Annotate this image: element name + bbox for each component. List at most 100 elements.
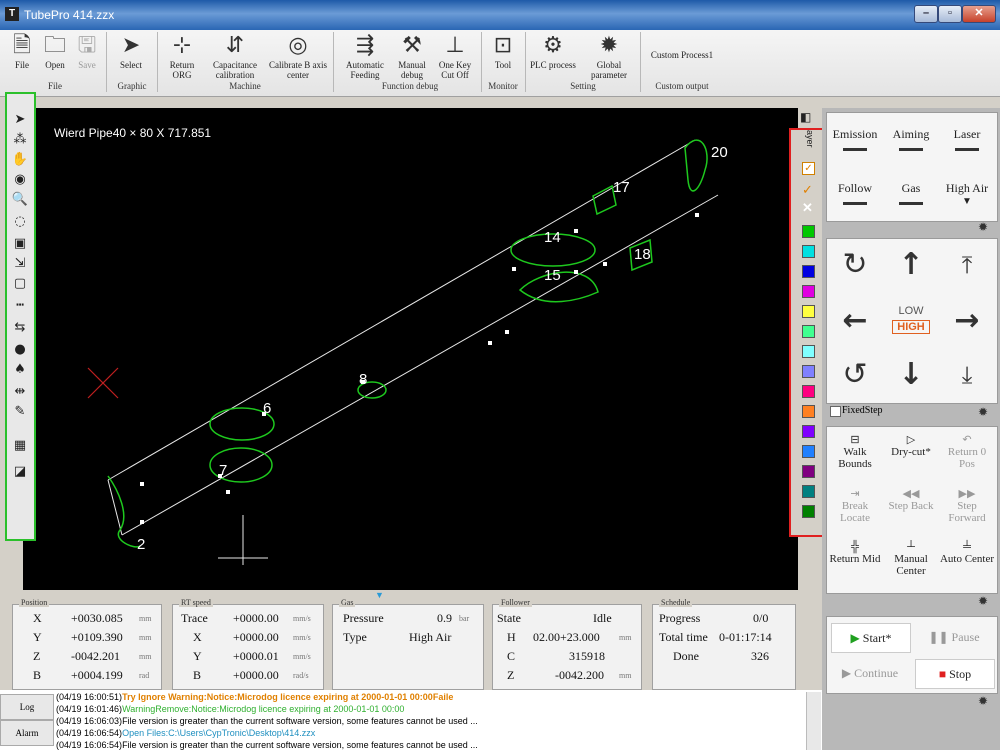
layer-swatch[interactable] bbox=[802, 285, 815, 298]
dry-cut-button[interactable]: ▷ Dry-cut* bbox=[883, 433, 939, 458]
fixed-step-checkbox[interactable] bbox=[830, 406, 841, 417]
layer-swatch[interactable] bbox=[802, 445, 815, 458]
settings-gear-icon[interactable]: ✹ bbox=[976, 220, 990, 234]
dashed-line-icon[interactable]: ┅ bbox=[10, 296, 30, 316]
layer-swatch[interactable] bbox=[802, 405, 815, 418]
automatic-feeding-button[interactable]: ⇶ Automatic Feeding bbox=[340, 32, 390, 80]
layer-stack-icon[interactable]: ◧ bbox=[800, 110, 814, 124]
gas-button[interactable]: Gas bbox=[883, 181, 939, 205]
layer-swatch[interactable] bbox=[802, 365, 815, 378]
settings-gear-icon[interactable]: ✹ bbox=[976, 694, 990, 708]
rectangle-tool-icon[interactable]: ▣ bbox=[10, 234, 30, 254]
down-arrow-icon[interactable]: ↓ bbox=[883, 349, 939, 401]
return-mid-button[interactable]: ╬ Return Mid bbox=[827, 541, 883, 565]
frame-tool-icon[interactable]: ▢ bbox=[10, 274, 30, 294]
layer-swatch[interactable] bbox=[802, 465, 815, 478]
file-button[interactable]: 🗎 File bbox=[4, 32, 40, 70]
uncheck-all-icon[interactable]: ✕ bbox=[802, 200, 813, 216]
left-arrow-icon[interactable]: ← bbox=[827, 295, 883, 347]
layer-swatch[interactable] bbox=[802, 225, 815, 238]
z-down-icon[interactable]: ⤓ bbox=[939, 349, 995, 401]
part-label: 18 bbox=[634, 246, 651, 263]
stop-button[interactable]: ■ Stop bbox=[915, 659, 995, 689]
layer-swatch[interactable] bbox=[802, 345, 815, 358]
select-button[interactable]: ➤ Select bbox=[110, 32, 152, 70]
return-org-button[interactable]: ⊹ Return ORG bbox=[160, 32, 204, 80]
follow-button[interactable]: Follow bbox=[827, 181, 883, 205]
lead-in-icon[interactable]: ● bbox=[10, 340, 30, 360]
node-tool-icon[interactable]: ⁂ bbox=[10, 130, 30, 150]
return-zero-pos-button[interactable]: ↶ Return 0 Pos bbox=[939, 433, 995, 470]
auto-center-button[interactable]: ╧ Auto Center bbox=[939, 541, 995, 565]
alarm-tab[interactable]: Alarm bbox=[0, 720, 54, 746]
layer-stack-icon[interactable]: ◪ bbox=[10, 462, 30, 482]
step-forward-button[interactable]: ▶▶ Step Forward bbox=[939, 487, 995, 524]
close-button[interactable]: ✕ bbox=[962, 5, 996, 23]
compensation-icon[interactable]: ♠ bbox=[10, 360, 30, 380]
settings-gear-icon[interactable]: ✹ bbox=[976, 405, 990, 419]
speed-toggle[interactable]: LOW HIGH bbox=[883, 305, 939, 334]
continue-button[interactable]: ▶ Continue bbox=[831, 659, 909, 687]
view-eye-icon[interactable]: ◉ bbox=[10, 170, 30, 190]
follower-panel: Follower State Idle H 02.00+23.000 mm C … bbox=[492, 598, 642, 690]
layer-swatch[interactable] bbox=[802, 265, 815, 278]
z-up-icon[interactable]: ⤒ bbox=[939, 239, 995, 291]
plc-process-button[interactable]: ⚙ PLC process bbox=[528, 32, 578, 70]
tool-button[interactable]: ⊡ Tool bbox=[485, 32, 521, 70]
manual-debug-button[interactable]: ⚒ Manual debug bbox=[392, 32, 432, 80]
eraser-icon[interactable]: ✎ bbox=[10, 402, 30, 422]
break-locate-button[interactable]: ⇥ Break Locate bbox=[827, 487, 883, 524]
drawing-canvas[interactable]: 20 17 14 15 18 8 6 7 2 bbox=[23, 108, 798, 590]
global-parameter-button[interactable]: ✹ Global parameter bbox=[582, 32, 636, 80]
maximize-button[interactable]: ▫ bbox=[938, 5, 962, 23]
layer-checkbox[interactable]: ✓ bbox=[802, 162, 815, 175]
cutoff-icon: ⊥ bbox=[445, 33, 465, 58]
custom-process1-button[interactable]: Custom Process1 bbox=[644, 50, 720, 60]
calibrate-b-axis-button[interactable]: ◎ Calibrate B axis center bbox=[268, 32, 328, 80]
align-icon[interactable]: ⇹ bbox=[10, 382, 30, 402]
log-line: (04/19 16:01:46)WarningRemove:Notice:Mic… bbox=[56, 704, 405, 714]
select-tool-icon[interactable]: ➤ bbox=[10, 110, 30, 130]
rotate-ccw-icon[interactable]: ↺ bbox=[827, 349, 883, 401]
layer-swatch[interactable] bbox=[802, 245, 815, 258]
minimize-button[interactable]: – bbox=[914, 5, 938, 23]
pan-hand-icon[interactable]: ✋ bbox=[10, 150, 30, 170]
layer-swatch[interactable] bbox=[802, 385, 815, 398]
capacitance-calibration-button[interactable]: ⇵ Capacitance calibration bbox=[204, 32, 266, 80]
laser-button[interactable]: Laser bbox=[939, 127, 995, 151]
scale-tool-icon[interactable]: ⇲ bbox=[10, 254, 30, 274]
pause-button[interactable]: ❚❚ Pause bbox=[915, 623, 993, 651]
up-arrow-icon[interactable]: ↑ bbox=[883, 239, 939, 291]
log-tab[interactable]: Log bbox=[0, 694, 54, 720]
save-icon: 🖫 bbox=[77, 33, 97, 58]
layer-swatch[interactable] bbox=[802, 485, 815, 498]
right-arrow-icon[interactable]: → bbox=[939, 295, 995, 347]
zoom-icon[interactable]: 🔍 bbox=[10, 190, 30, 210]
aiming-button[interactable]: Aiming bbox=[883, 127, 939, 151]
layer-swatch[interactable] bbox=[802, 425, 815, 438]
settings-gear-icon[interactable]: ✹ bbox=[976, 594, 990, 608]
step-back-button[interactable]: ◀◀ Step Back bbox=[883, 487, 939, 512]
ribbon-separator bbox=[157, 32, 158, 92]
high-air-dropdown[interactable]: High Air ▼ bbox=[939, 181, 995, 207]
collapse-panel-icon[interactable]: ▼ bbox=[375, 591, 389, 600]
layer-swatch[interactable] bbox=[802, 305, 815, 318]
circle-tool-icon[interactable]: ◌ bbox=[10, 212, 30, 232]
ribbon-separator bbox=[333, 32, 334, 92]
array-icon[interactable]: ▦ bbox=[10, 436, 30, 456]
emission-button[interactable]: Emission bbox=[827, 127, 883, 151]
walk-bounds-button[interactable]: ⊟ Walk Bounds bbox=[827, 433, 883, 470]
group-label-file: File bbox=[47, 81, 62, 91]
rotate-cw-icon[interactable]: ↻ bbox=[827, 239, 883, 291]
group-label-machine: Machine bbox=[229, 81, 261, 91]
one-key-cut-off-button[interactable]: ⊥ One Key Cut Off bbox=[434, 32, 476, 80]
save-button[interactable]: 🖫 Save bbox=[72, 32, 102, 70]
layer-swatch[interactable] bbox=[802, 505, 815, 518]
log-scrollbar[interactable] bbox=[806, 692, 821, 750]
open-button[interactable]: 🗀 Open bbox=[40, 32, 70, 70]
start-button[interactable]: ▶ Start* bbox=[831, 623, 911, 653]
manual-center-button[interactable]: ┴ Manual Center bbox=[883, 541, 939, 577]
direction-icon[interactable]: ⇆ bbox=[10, 318, 30, 338]
layer-swatch[interactable] bbox=[802, 325, 815, 338]
check-all-icon[interactable]: ✓ bbox=[802, 182, 813, 198]
